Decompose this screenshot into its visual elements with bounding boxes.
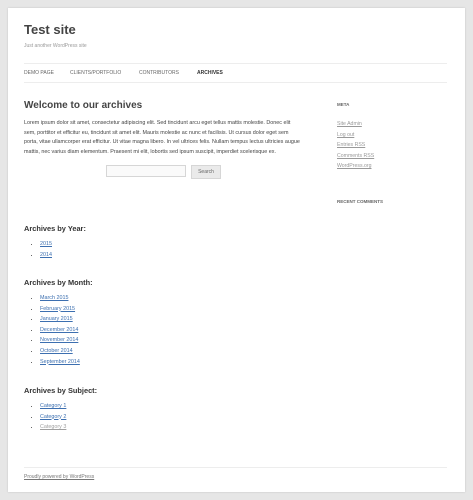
archives-subject-section: Archives by Subject: Category 1 Category…	[24, 386, 302, 433]
main-navigation: DEMO PAGE CLIENTS/PORTFOLIO CONTRIBUTORS…	[24, 63, 447, 83]
meta-link-comments-rss[interactable]: Comments RSS	[337, 151, 447, 162]
archives-month-list: March 2015 February 2015 January 2015 De…	[24, 293, 302, 367]
archives-subject-heading: Archives by Subject:	[24, 386, 98, 395]
meta-link-site-admin[interactable]: Site Admin	[337, 119, 447, 130]
nav-item-clients-portfolio[interactable]: CLIENTS/PORTFOLIO	[70, 70, 121, 76]
archive-link[interactable]: October 2014	[40, 348, 73, 354]
list-item: Category 3	[40, 422, 302, 433]
intro-paragraph: Lorem ipsum dolor sit amet, consectetur …	[24, 120, 300, 155]
archive-link[interactable]: December 2014	[40, 327, 78, 333]
site-description: Just another WordPress site	[24, 43, 87, 49]
archives-year-list: 2015 2014	[24, 239, 302, 260]
page-container: Test site Just another WordPress site DE…	[8, 8, 465, 492]
list-item: September 2014	[40, 357, 302, 368]
list-item: January 2015	[40, 314, 302, 325]
meta-link-wordpress-org[interactable]: WordPress.org	[337, 161, 447, 172]
archive-link[interactable]: March 2015	[40, 295, 68, 301]
archive-link[interactable]: January 2015	[40, 316, 73, 322]
list-item: 2014	[40, 250, 302, 261]
nav-item-contributors[interactable]: CONTRIBUTORS	[139, 70, 179, 76]
archive-link[interactable]: Category 2	[40, 414, 66, 420]
archive-link[interactable]: February 2015	[40, 306, 75, 312]
list-item: February 2015	[40, 304, 302, 315]
list-item: November 2014	[40, 335, 302, 346]
search-input[interactable]	[106, 165, 186, 178]
nav-item-archives[interactable]: ARCHIVES	[197, 70, 223, 76]
site-footer: Proudly powered by WordPress	[24, 467, 447, 480]
archive-link[interactable]: 2014	[40, 252, 52, 258]
list-item: 2015	[40, 239, 302, 250]
search-form: Search	[106, 165, 226, 180]
meta-link-log-out[interactable]: Log out	[337, 130, 447, 141]
meta-links: Site Admin Log out Entries RSS Comments …	[337, 119, 447, 172]
archives-month-section: Archives by Month: March 2015 February 2…	[24, 278, 302, 367]
nav-item-demo-page[interactable]: DEMO PAGE	[24, 70, 54, 76]
archives-year-section: Archives by Year: 2015 2014	[24, 224, 302, 260]
recent-comments-widget: RECENT COMMENTS	[337, 199, 447, 204]
list-item: Category 2	[40, 412, 302, 423]
search-button[interactable]: Search	[191, 165, 221, 180]
archive-link[interactable]: 2015	[40, 241, 52, 247]
archive-link[interactable]: November 2014	[40, 337, 78, 343]
footer-credit-link[interactable]: Proudly powered by WordPress	[24, 474, 94, 480]
list-item: March 2015	[40, 293, 302, 304]
meta-link-entries-rss[interactable]: Entries RSS	[337, 140, 447, 151]
archive-link[interactable]: Category 1	[40, 403, 66, 409]
list-item: Category 1	[40, 401, 302, 412]
page-title: Welcome to our archives	[24, 100, 143, 111]
site-title[interactable]: Test site	[24, 22, 76, 37]
archives-year-heading: Archives by Year:	[24, 224, 86, 233]
meta-widget: META Site Admin Log out Entries RSS Comm…	[337, 102, 447, 172]
list-item: December 2014	[40, 325, 302, 336]
recent-comments-title: RECENT COMMENTS	[337, 199, 383, 204]
list-item: October 2014	[40, 346, 302, 357]
archive-link[interactable]: Category 3	[40, 424, 66, 430]
archive-link[interactable]: September 2014	[40, 359, 80, 365]
meta-widget-title: META	[337, 102, 350, 107]
archives-month-heading: Archives by Month:	[24, 278, 93, 287]
archives-subject-list: Category 1 Category 2 Category 3	[24, 401, 302, 433]
